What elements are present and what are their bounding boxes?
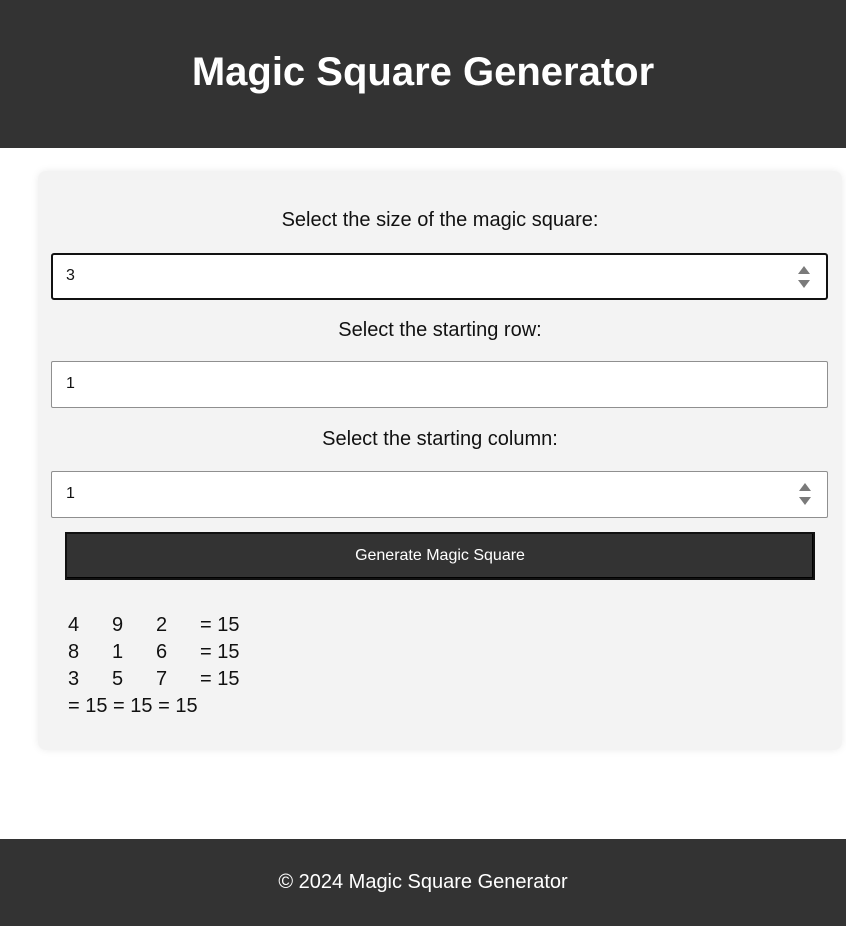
starting-column-input[interactable]: 1: [51, 471, 828, 518]
generate-button[interactable]: Generate Magic Square: [65, 532, 815, 580]
column-sums: = 15 = 15 = 15: [68, 695, 198, 717]
square-cell: 6: [156, 641, 168, 663]
spinner-arrows-icon[interactable]: [798, 266, 810, 288]
generator-panel: Select the size of the magic square: 3 S…: [38, 171, 842, 750]
page-title: Magic Square Generator: [191, 49, 655, 94]
starting-row-input[interactable]: 1: [51, 361, 828, 408]
row-value: 1: [66, 375, 75, 392]
row-label: Select the starting row:: [338, 319, 542, 341]
square-cell: 9: [112, 614, 124, 636]
square-cell: 4: [68, 614, 80, 636]
square-cell: 3: [68, 668, 80, 690]
spinner-up-icon[interactable]: [799, 483, 811, 491]
row-sum: = 15: [200, 614, 240, 636]
square-cell: 1: [112, 641, 124, 663]
spinner-up-icon[interactable]: [798, 266, 810, 274]
square-cell: 8: [68, 641, 80, 663]
size-label: Select the size of the magic square:: [281, 209, 599, 231]
size-value: 3: [66, 267, 75, 284]
square-cell: 5: [112, 668, 124, 690]
row-sum: = 15: [200, 641, 240, 663]
page-header: Magic Square Generator: [0, 0, 846, 148]
column-value: 1: [66, 485, 75, 502]
spinner-arrows-icon[interactable]: [799, 483, 811, 505]
spinner-down-icon[interactable]: [799, 497, 811, 505]
page-footer: © 2024 Magic Square Generator: [0, 839, 846, 926]
square-cell: 7: [156, 668, 168, 690]
column-label: Select the starting column:: [322, 428, 558, 450]
row-sum: = 15: [200, 668, 240, 690]
spinner-down-icon[interactable]: [798, 280, 810, 288]
footer-text: © 2024 Magic Square Generator: [278, 871, 568, 893]
square-cell: 2: [156, 614, 168, 636]
size-input[interactable]: 3: [51, 253, 828, 300]
